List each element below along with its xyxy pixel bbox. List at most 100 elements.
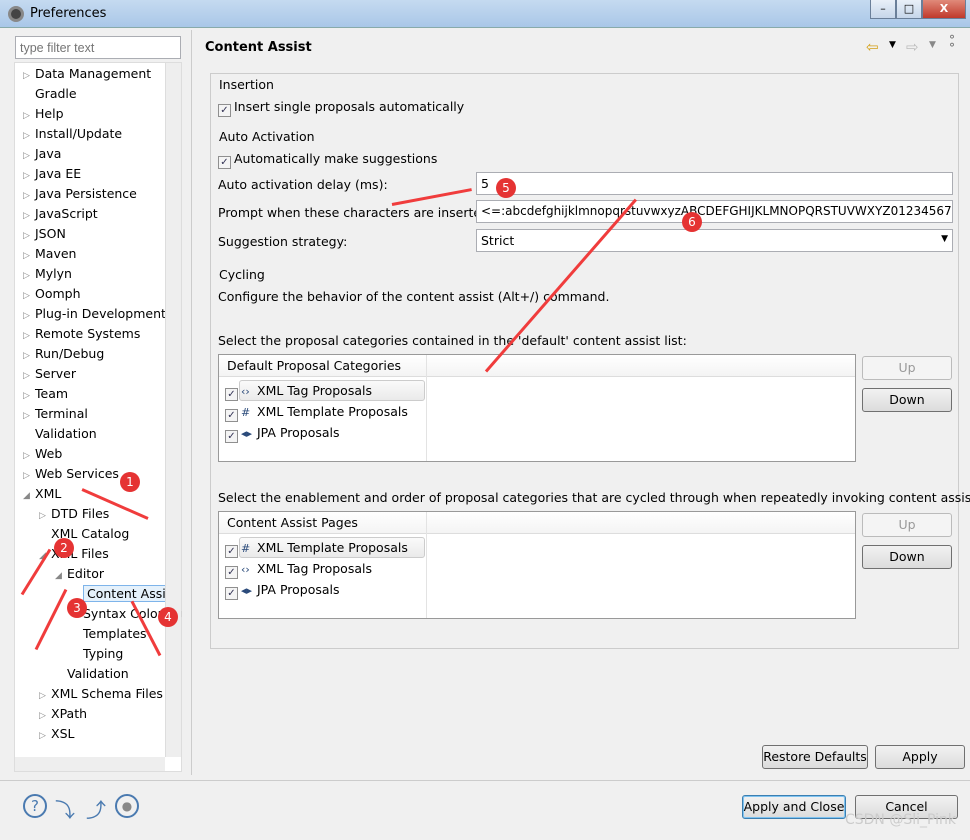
tree-item[interactable]: ▷ Install/Update <box>23 124 122 144</box>
checkbox-icon[interactable]: ✓ <box>225 587 238 600</box>
tree-item[interactable]: Validation <box>55 664 129 684</box>
collapsed-triangle-icon[interactable]: ▷ <box>23 306 35 326</box>
table-row[interactable]: ✓ ◂▸ JPA Proposals <box>225 580 340 600</box>
content-assist-pages-table[interactable]: Content Assist Pages ✓ # XML Template Prop… <box>218 511 856 619</box>
filter-input[interactable] <box>15 36 181 59</box>
collapsed-triangle-icon[interactable]: ▷ <box>23 186 35 206</box>
import-icon[interactable]: ⤵ <box>53 794 77 822</box>
table-row[interactable]: ✓ ‹› XML Tag Proposals <box>225 381 372 401</box>
close-button[interactable]: X <box>922 0 966 19</box>
tree-item[interactable]: ▷ Mylyn <box>23 264 72 284</box>
collapsed-triangle-icon[interactable]: ▷ <box>39 686 51 706</box>
collapsed-triangle-icon[interactable]: ▷ <box>23 106 35 126</box>
expanded-triangle-icon[interactable]: ◢ <box>23 486 35 506</box>
collapsed-triangle-icon[interactable]: ▷ <box>23 66 35 86</box>
collapsed-triangle-icon[interactable]: ▷ <box>23 146 35 166</box>
table-row[interactable]: ✓ ◂▸ JPA Proposals <box>225 423 340 443</box>
tree-item[interactable]: Templates <box>71 624 147 644</box>
restore-defaults-button[interactable]: Restore Defaults <box>762 745 868 769</box>
table-row[interactable]: ✓ # XML Template Proposals <box>225 402 408 422</box>
tree-item[interactable]: ▷ XSL <box>39 724 74 744</box>
default-up-button[interactable]: Up <box>862 356 952 380</box>
tree-item[interactable]: Gradle <box>23 84 77 104</box>
tree-item[interactable]: ▷ Server <box>23 364 76 384</box>
tree-item[interactable]: ▷ XML Schema Files <box>39 684 163 704</box>
tree-item[interactable]: ▷ Web Services <box>23 464 119 484</box>
checkbox-icon[interactable]: ✓ <box>225 566 238 579</box>
delay-input[interactable]: 5 <box>476 172 953 195</box>
row-label: XML Template Proposals <box>257 540 408 555</box>
forward-menu-chevron-icon[interactable]: ▼ <box>929 40 936 50</box>
tree-item[interactable]: ▷ Help <box>23 104 64 124</box>
collapsed-triangle-icon[interactable]: ▷ <box>23 266 35 286</box>
checkbox-icon[interactable]: ✓ <box>218 104 231 117</box>
collapsed-triangle-icon[interactable]: ▷ <box>39 506 51 526</box>
checkbox-icon[interactable]: ✓ <box>225 545 238 558</box>
tree-item[interactable]: ▷ Team <box>23 384 68 404</box>
collapsed-triangle-icon[interactable]: ▷ <box>23 406 35 426</box>
collapsed-triangle-icon[interactable]: ▷ <box>23 386 35 406</box>
collapsed-triangle-icon[interactable]: ▷ <box>23 126 35 146</box>
collapsed-triangle-icon[interactable]: ▷ <box>23 226 35 246</box>
tree-item[interactable]: ▷ Java <box>23 144 61 164</box>
collapsed-triangle-icon[interactable]: ▷ <box>23 346 35 366</box>
tree-item[interactable]: ▷ JSON <box>23 224 66 244</box>
tree-item[interactable]: ▷ Java EE <box>23 164 81 184</box>
tree-vertical-scrollbar[interactable] <box>165 63 181 757</box>
tree-item[interactable]: ▷ Plug-in Development <box>23 304 166 324</box>
tree-item[interactable]: ▷ XPath <box>39 704 87 724</box>
record-icon[interactable]: ● <box>115 794 139 818</box>
default-down-button[interactable]: Down <box>862 388 952 412</box>
collapsed-triangle-icon[interactable]: ▷ <box>23 466 35 486</box>
checkbox-icon[interactable]: ✓ <box>225 388 238 401</box>
back-menu-chevron-icon[interactable]: ▼ <box>889 40 896 50</box>
insert-single-checkbox[interactable]: ✓ Insert single proposals automatically <box>218 99 464 117</box>
collapsed-triangle-icon[interactable]: ▷ <box>23 166 35 186</box>
forward-arrow-icon[interactable]: ⇨ <box>906 38 919 56</box>
collapsed-triangle-icon[interactable]: ▷ <box>23 326 35 346</box>
maximize-button[interactable]: □ <box>896 0 922 19</box>
collapsed-triangle-icon[interactable]: ▷ <box>39 726 51 746</box>
auto-suggest-checkbox[interactable]: ✓ Automatically make suggestions <box>218 151 437 169</box>
help-icon[interactable]: ? <box>23 794 47 818</box>
collapsed-triangle-icon[interactable]: ▷ <box>23 246 35 266</box>
tree-item[interactable]: ◢ XML <box>23 484 61 504</box>
tree-item[interactable]: ▷ Data Management <box>23 64 151 84</box>
tree-item[interactable]: ▷ JavaScript <box>23 204 98 224</box>
tree-item[interactable]: ▷ Run/Debug <box>23 344 104 364</box>
tree-item[interactable]: Validation <box>23 424 97 444</box>
prompt-chars-input[interactable]: <=:abcdefghijklmnopqrstuvwxyzABCDEFGHIJK… <box>476 200 953 223</box>
tree-item[interactable]: XML Catalog <box>39 524 129 544</box>
tree-horizontal-scrollbar[interactable] <box>15 757 165 771</box>
checkbox-icon[interactable]: ✓ <box>225 430 238 443</box>
tree-item[interactable]: ▷ Remote Systems <box>23 324 140 344</box>
apply-button[interactable]: Apply <box>875 745 965 769</box>
minimize-button[interactable]: – <box>870 0 896 19</box>
tree-item[interactable]: ◢ Editor <box>55 564 104 584</box>
tree-item[interactable]: ▷ Web <box>23 444 62 464</box>
collapsed-triangle-icon[interactable]: ▷ <box>23 446 35 466</box>
tree-item[interactable]: ▷ Terminal <box>23 404 88 424</box>
checkbox-icon[interactable]: ✓ <box>218 156 231 169</box>
cycled-down-button[interactable]: Down <box>862 545 952 569</box>
collapsed-triangle-icon[interactable]: ▷ <box>23 366 35 386</box>
default-categories-table[interactable]: Default Proposal Categories ✓ ‹› XML Tag P… <box>218 354 856 462</box>
tree-item[interactable]: Typing <box>71 644 123 664</box>
tree-item[interactable]: ▷ Maven <box>23 244 76 264</box>
expanded-triangle-icon[interactable]: ◢ <box>55 566 67 586</box>
collapsed-triangle-icon[interactable]: ▷ <box>23 286 35 306</box>
back-arrow-icon[interactable]: ⇦ <box>866 38 879 56</box>
tree-item[interactable]: ▷ Oomph <box>23 284 81 304</box>
apply-and-close-button[interactable]: Apply and Close <box>742 795 846 819</box>
table-row[interactable]: ✓ ‹› XML Tag Proposals <box>225 559 372 579</box>
tree-item[interactable]: ▷ Java Persistence <box>23 184 137 204</box>
checkbox-icon[interactable]: ✓ <box>225 409 238 422</box>
collapsed-triangle-icon[interactable]: ▷ <box>23 206 35 226</box>
strategy-select[interactable]: Strict ▼ <box>476 229 953 252</box>
export-icon[interactable]: ⤴ <box>84 794 108 822</box>
view-menu-icon[interactable]: ° ° <box>949 34 955 54</box>
tree-item[interactable]: ▷ DTD Files <box>39 504 109 524</box>
cycled-up-button[interactable]: Up <box>862 513 952 537</box>
table-row[interactable]: ✓ # XML Template Proposals <box>225 538 408 558</box>
collapsed-triangle-icon[interactable]: ▷ <box>39 706 51 726</box>
